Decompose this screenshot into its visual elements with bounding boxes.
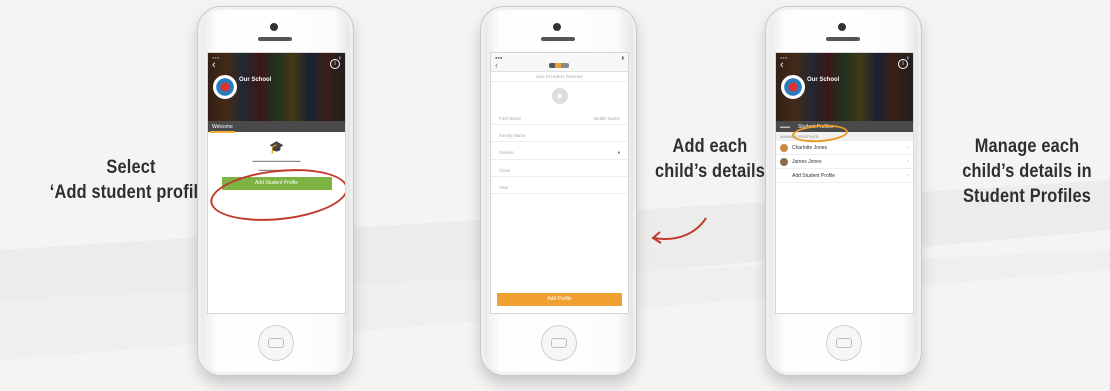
caption-line: ‘Add student profile’ bbox=[49, 182, 213, 203]
caption-line: Manage each bbox=[974, 136, 1080, 157]
chevron-right-icon: › bbox=[907, 144, 909, 151]
camera-dot bbox=[838, 23, 846, 31]
phone-add-profile: ●●● ▮ ‹ ADD STUDENT PROFILE ◉ First Name … bbox=[480, 6, 637, 376]
add-profile-button[interactable]: Add Profile bbox=[497, 293, 622, 306]
tab-bar: Welcome bbox=[208, 121, 345, 133]
phone-screen: ●●● ▮ ‹ i Our School ▬▬ Student Profiles … bbox=[775, 52, 914, 314]
form-title: ADD STUDENT PROFILE bbox=[491, 72, 628, 82]
year-row: Year bbox=[491, 177, 628, 194]
class-row: Class bbox=[491, 160, 628, 177]
profile-name: Charlotte Jones bbox=[792, 144, 828, 151]
add-student-profile-label: Add Student Profile bbox=[792, 172, 836, 179]
avatar bbox=[780, 143, 788, 152]
school-logo bbox=[213, 75, 237, 99]
caption-line: Add each bbox=[672, 136, 748, 157]
home-button[interactable] bbox=[258, 325, 294, 361]
chevron-right-icon: › bbox=[907, 158, 909, 165]
earpiece bbox=[541, 37, 575, 41]
home-button[interactable] bbox=[826, 325, 862, 361]
welcome-text: ▬▬▬▬▬▬▬▬▬▬▬▬ bbox=[252, 158, 301, 163]
tab-other[interactable]: ▬▬ bbox=[780, 124, 790, 130]
graduation-cap-icon: 🎓 bbox=[269, 140, 284, 154]
first-name-field[interactable]: First Name bbox=[499, 116, 521, 121]
year-field[interactable]: Year bbox=[499, 185, 508, 190]
caption-line: child’s details in bbox=[962, 161, 1092, 182]
name-row: First Name Middle Name bbox=[491, 108, 628, 125]
earpiece bbox=[826, 37, 860, 41]
camera-icon[interactable]: ◉ bbox=[551, 88, 568, 104]
middle-name-field[interactable]: Middle Name bbox=[593, 116, 620, 121]
family-name-field[interactable]: Family Name bbox=[499, 133, 526, 138]
caption-select: Select ‘Add student profile’ bbox=[49, 155, 212, 205]
earpiece bbox=[258, 37, 292, 41]
school-header: ●●● ▮ ‹ i Our School bbox=[208, 53, 345, 121]
phone-student-profiles: ●●● ▮ ‹ i Our School ▬▬ Student Profiles … bbox=[765, 6, 922, 376]
info-icon[interactable]: i bbox=[898, 59, 908, 69]
school-name: Our School bbox=[807, 77, 840, 83]
highlight-circle bbox=[208, 162, 345, 228]
info-icon[interactable]: i bbox=[330, 59, 340, 69]
caption-line: child’s details bbox=[654, 161, 766, 182]
school-header: ●●● ▮ ‹ i Our School bbox=[776, 53, 913, 121]
phone-screen: ●●● ▮ ‹ ADD STUDENT PROFILE ◉ First Name … bbox=[490, 52, 629, 314]
family-name-row: Family Name bbox=[491, 125, 628, 142]
camera-dot bbox=[270, 23, 278, 31]
back-chevron-icon[interactable]: ‹ bbox=[780, 59, 784, 71]
phone-welcome: ●●● ▮ ‹ i Our School Welcome 🎓 ▬▬▬▬▬▬▬▬▬▬… bbox=[197, 6, 354, 376]
back-chevron-icon[interactable]: ‹ bbox=[212, 59, 216, 71]
status-bar: ●●● ▮ bbox=[212, 54, 341, 60]
welcome-body: 🎓 ▬▬▬▬▬▬▬▬▬▬▬▬ ▬▬▬▬▬▬▬▬▬ Add Student Pro… bbox=[208, 132, 345, 228]
home-button[interactable] bbox=[541, 325, 577, 361]
status-bar: ●●● ▮ bbox=[491, 53, 628, 61]
add-student-profile-row[interactable]: Add Student Profile › bbox=[776, 169, 913, 183]
app-logo bbox=[549, 63, 569, 68]
caption-add-details: Add each child’s details bbox=[650, 134, 770, 184]
avatar bbox=[780, 157, 788, 166]
class-field[interactable]: Class bbox=[499, 168, 510, 173]
caption-line: Student Profiles bbox=[962, 186, 1092, 207]
phone-screen: ●●● ▮ ‹ i Our School Welcome 🎓 ▬▬▬▬▬▬▬▬▬▬… bbox=[207, 52, 346, 314]
curved-arrow-icon bbox=[651, 217, 707, 244]
school-logo bbox=[781, 75, 805, 99]
back-chevron-icon[interactable]: ‹ bbox=[495, 60, 498, 70]
profile-row[interactable]: James Jones › bbox=[776, 155, 913, 169]
nav-bar: ‹ bbox=[491, 60, 628, 72]
gender-field[interactable]: Gender bbox=[499, 150, 514, 156]
caption-line: Select bbox=[106, 157, 156, 178]
status-bar: ●●● ▮ bbox=[780, 54, 909, 60]
chevron-right-icon: › bbox=[907, 172, 909, 179]
tab-welcome[interactable]: Welcome bbox=[210, 124, 235, 133]
school-name: Our School bbox=[239, 77, 272, 83]
caption-manage: Manage each child’s details in Student P… bbox=[954, 134, 1100, 209]
gender-row: Gender ▾ bbox=[491, 142, 628, 160]
profile-name: James Jones bbox=[792, 158, 822, 165]
profile-row[interactable]: Charlotte Jones › bbox=[776, 141, 913, 155]
dropdown-caret-icon[interactable]: ▾ bbox=[618, 150, 620, 156]
camera-dot bbox=[553, 23, 561, 31]
